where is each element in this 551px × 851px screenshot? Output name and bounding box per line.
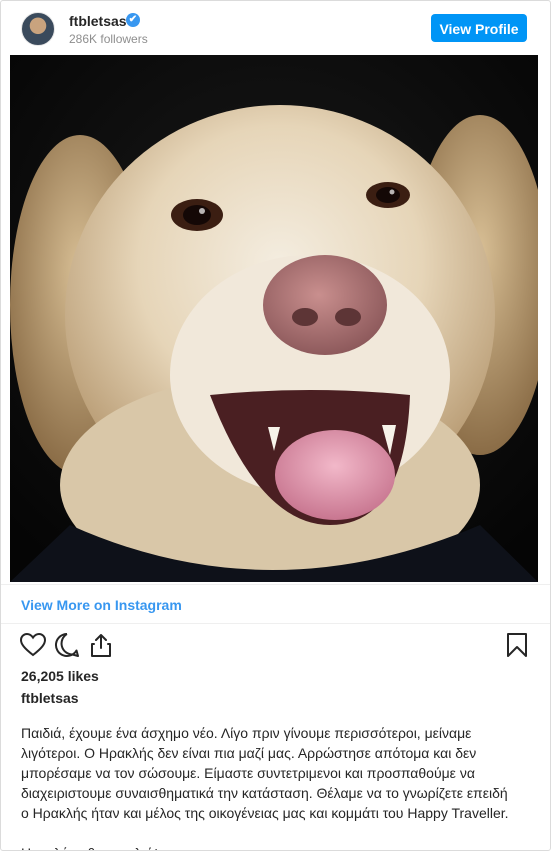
caption-line: διαχειριστουμε συναισθηματικά την κατάστ…: [21, 785, 508, 801]
view-more-link[interactable]: View More on Instagram: [21, 597, 182, 613]
post-header: ftbletsas ✔ 286K followers View Profile: [1, 1, 550, 55]
caption-line: ο Ηρακλής ήταν και μέλος της οικογένειας…: [21, 805, 509, 821]
divider: [1, 584, 550, 585]
caption-username[interactable]: ftbletsas: [21, 690, 79, 706]
like-count[interactable]: 26,205 likes: [21, 668, 99, 684]
comment-icon[interactable]: [53, 631, 81, 659]
heart-icon[interactable]: [19, 631, 47, 659]
dog-photo: [10, 55, 538, 582]
action-bar: [1, 631, 550, 663]
caption-line: μπορέσαμε να τον σώσουμε. Είμαστε συντετ…: [21, 765, 475, 781]
caption-line: λιγότεροι. Ο Ηρακλής δεν είναι πια μαζί …: [21, 745, 477, 761]
verified-badge-icon: ✔: [126, 13, 140, 27]
post-caption: Παιδιά, έχουμε ένα άσχημο νέο. Λίγο πριν…: [21, 723, 541, 850]
follower-count: 286K followers: [69, 32, 148, 46]
profile-username[interactable]: ftbletsas: [69, 13, 127, 29]
post-photo[interactable]: [10, 55, 538, 582]
bookmark-icon[interactable]: [503, 631, 531, 659]
caption-closing: Ηρακλάκο θα μου λείψεις.: [21, 843, 541, 850]
instagram-embed-card: ftbletsas ✔ 286K followers View Profile: [0, 0, 551, 851]
share-icon[interactable]: [87, 631, 115, 659]
caption-line: Παιδιά, έχουμε ένα άσχημο νέο. Λίγο πριν…: [21, 725, 472, 741]
view-profile-button[interactable]: View Profile: [431, 14, 527, 42]
divider: [1, 623, 550, 624]
avatar[interactable]: [21, 12, 55, 46]
